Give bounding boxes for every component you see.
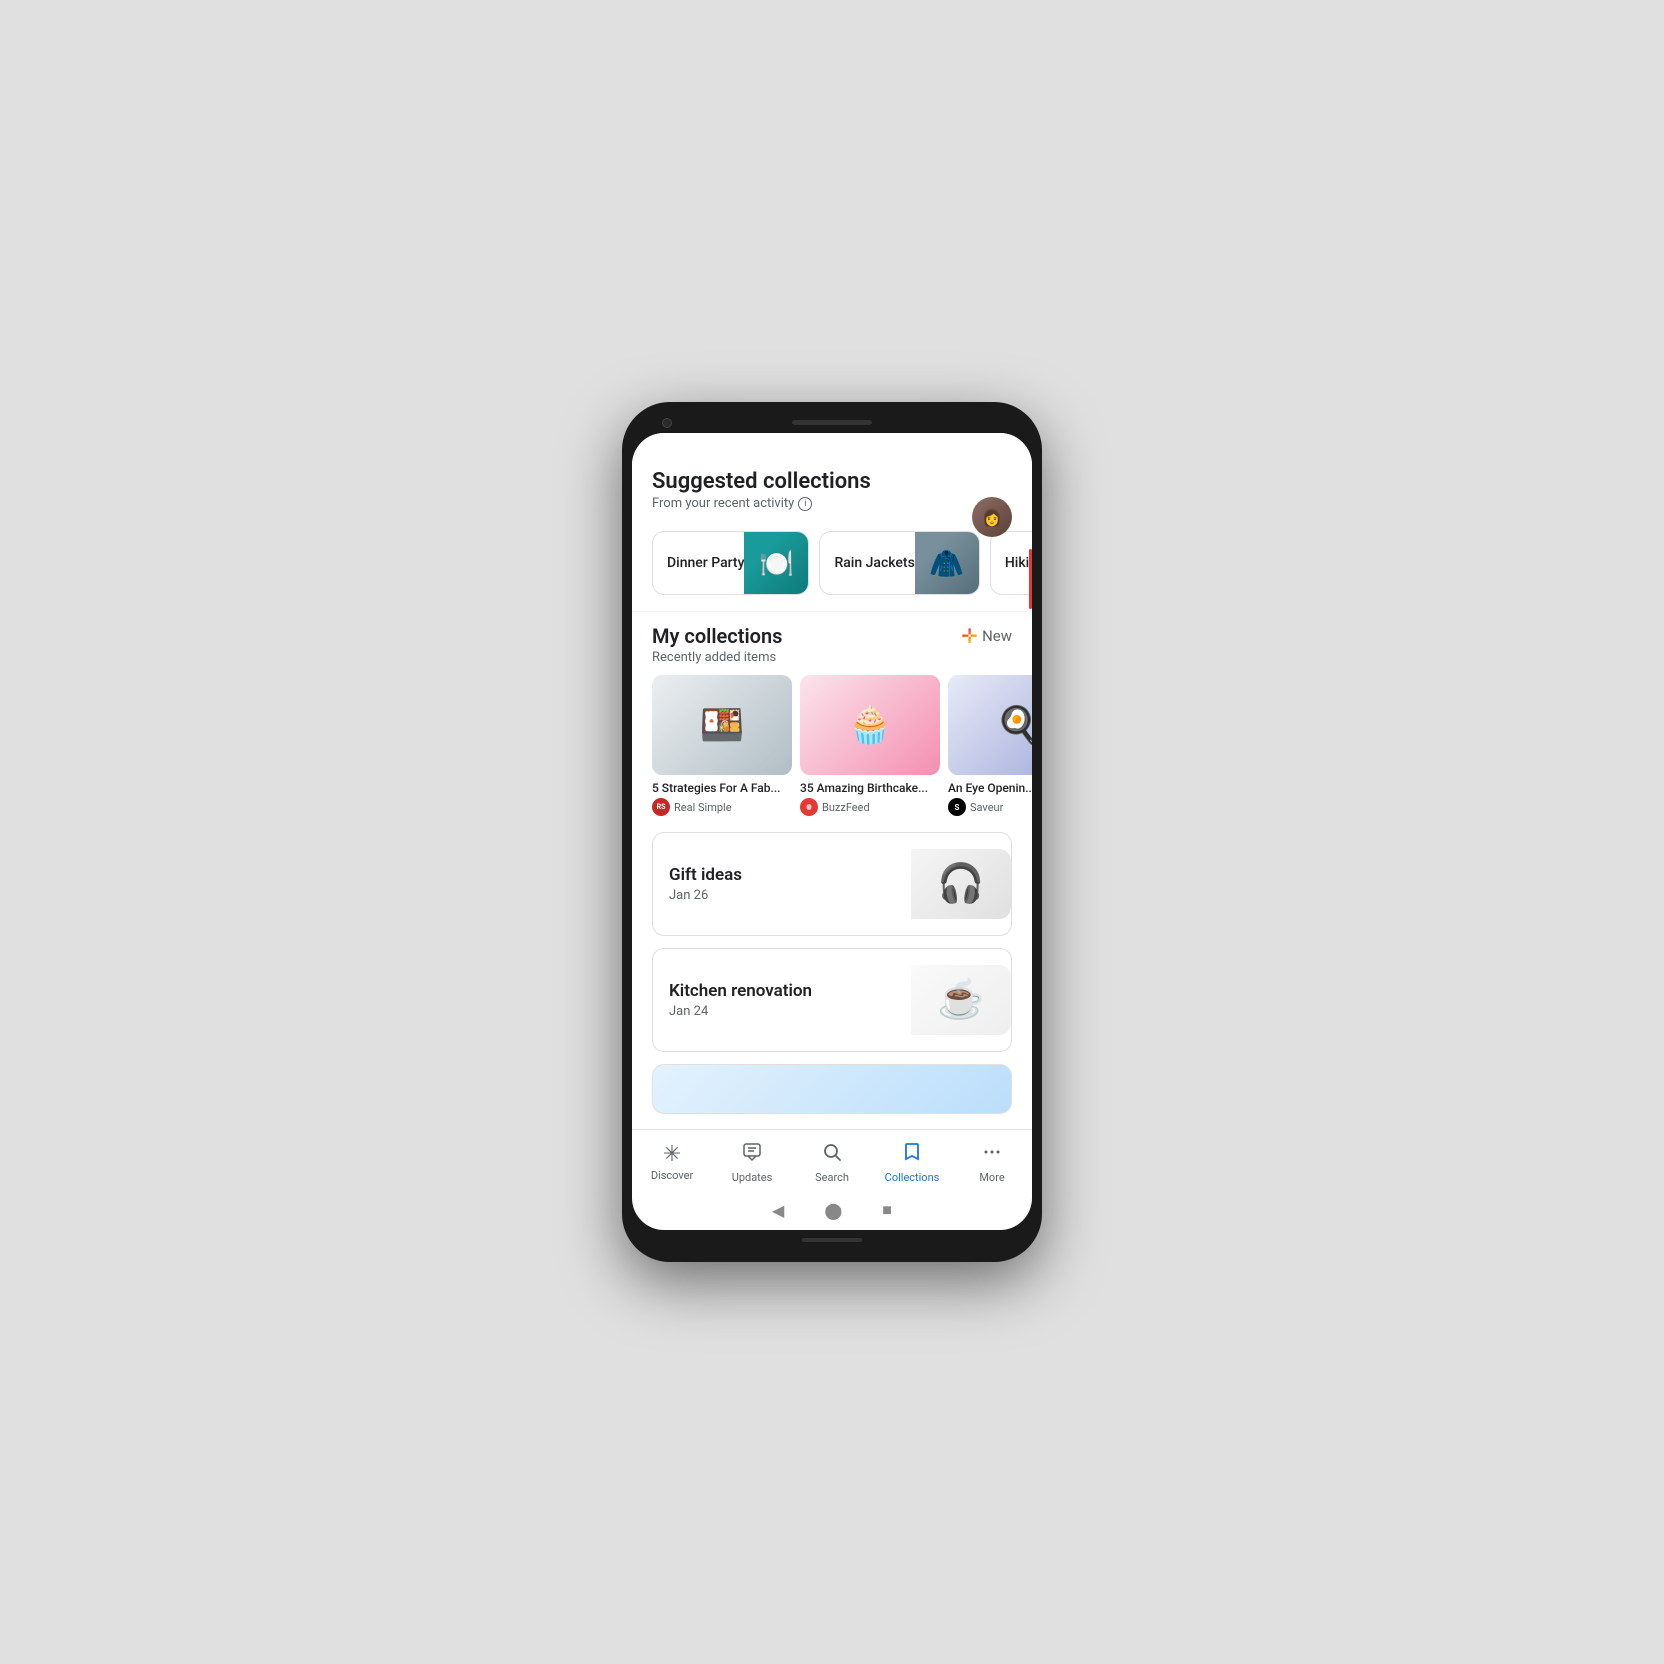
nav-search[interactable]: Search [792, 1141, 872, 1184]
home-button[interactable]: ⬤ [824, 1201, 842, 1220]
my-collections-header: My collections ✛ New [632, 624, 1032, 648]
item-card-1[interactable]: 🧁 35 Amazing Birthcake... BuzzFeed [800, 675, 940, 816]
collection-card-kitchen[interactable]: Kitchen renovation Jan 24 ☕ [652, 948, 1012, 1052]
more-label: More [979, 1171, 1004, 1184]
collection-info-kitchen: Kitchen renovation Jan 24 [669, 981, 911, 1019]
bf-badge [800, 798, 818, 816]
chip-hiking-boots[interactable]: Hiking Boots 🥾 [990, 531, 1032, 595]
phone-top-bar [632, 414, 1032, 433]
info-icon[interactable]: i [798, 497, 812, 511]
scroll-indicator [1029, 549, 1032, 609]
updates-label: Updates [732, 1171, 773, 1184]
item-title-2: An Eye Openin... [948, 781, 1032, 795]
collection-img-gift: 🎧 [911, 849, 1011, 919]
collections-icon [901, 1141, 923, 1169]
more-icon [981, 1141, 1003, 1169]
suggested-subtitle: From your recent activity i [652, 496, 1012, 511]
back-button[interactable]: ◀ [772, 1201, 784, 1220]
bottom-nav: ✳ Discover Updates [632, 1129, 1032, 1194]
recently-added-label: Recently added items [632, 650, 1032, 665]
item-image-2: 🍳 [948, 675, 1032, 775]
item-image-1: 🧁 [800, 675, 940, 775]
item-source-2: S Saveur [948, 798, 1032, 816]
collection-card-gift-ideas[interactable]: Gift ideas Jan 26 🎧 [652, 832, 1012, 936]
status-bar [632, 433, 1032, 457]
discover-icon: ✳ [663, 1142, 681, 1167]
item-card-2[interactable]: 🍳 An Eye Openin... S Saveur [948, 675, 1032, 816]
new-label: New [982, 627, 1012, 645]
phone-bottom [802, 1230, 862, 1250]
my-collections-title: My collections [652, 624, 782, 648]
screen-content[interactable]: 👩 Suggested collections From your recent… [632, 433, 1032, 1129]
discover-label: Discover [651, 1169, 693, 1182]
chip-jacket-image: 🧥 [915, 531, 979, 595]
avatar[interactable]: 👩 [972, 497, 1012, 537]
search-icon [821, 1141, 843, 1169]
phone-device: 👩 Suggested collections From your recent… [622, 402, 1042, 1262]
speaker-grille [792, 420, 872, 425]
collection-card-partial[interactable] [652, 1064, 1012, 1114]
header-wrapper: 👩 Suggested collections From your recent… [632, 457, 1032, 611]
chip-food-image: 🍽️ [744, 531, 808, 595]
system-nav: ◀ ⬤ ■ [632, 1194, 1032, 1230]
sv-badge: S [948, 798, 966, 816]
search-label: Search [815, 1171, 849, 1184]
nav-more[interactable]: More [952, 1141, 1032, 1184]
section-divider [632, 611, 1032, 612]
collection-img-kitchen: ☕ [911, 965, 1011, 1035]
nav-collections[interactable]: Collections [872, 1141, 952, 1184]
items-scroll-container[interactable]: 🍱 5 Strategies For A Fab... RS Real Simp… [632, 675, 1032, 832]
recents-button[interactable]: ■ [882, 1200, 892, 1220]
suggested-title: Suggested collections [652, 469, 1012, 494]
nav-updates[interactable]: Updates [712, 1141, 792, 1184]
chip-rain-jackets[interactable]: Rain Jackets 🧥 [819, 531, 979, 595]
item-source-0: RS Real Simple [652, 798, 792, 816]
avatar-image: 👩 [972, 497, 1012, 537]
collection-date-gift: Jan 26 [669, 888, 911, 903]
plus-icon: ✛ [961, 624, 978, 648]
collections-label: Collections [885, 1171, 940, 1184]
collection-name-kitchen: Kitchen renovation [669, 981, 911, 1001]
item-image-0: 🍱 [652, 675, 792, 775]
collection-info-gift: Gift ideas Jan 26 [669, 865, 911, 903]
phone-screen: 👩 Suggested collections From your recent… [632, 433, 1032, 1230]
bottom-speaker [802, 1238, 862, 1242]
rs-badge: RS [652, 798, 670, 816]
item-source-1: BuzzFeed [800, 798, 940, 816]
collection-name-gift: Gift ideas [669, 865, 911, 885]
camera-dot [662, 418, 672, 428]
new-collection-button[interactable]: ✛ New [961, 624, 1012, 648]
suggested-chips-container: Dinner Party 🍽️ Rain Jackets 🧥 Hiking Bo… [632, 519, 1032, 611]
updates-icon [741, 1141, 763, 1169]
chip-dinner-party[interactable]: Dinner Party 🍽️ [652, 531, 809, 595]
item-title-1: 35 Amazing Birthcake... [800, 781, 940, 795]
collection-date-kitchen: Jan 24 [669, 1004, 911, 1019]
item-card-0[interactable]: 🍱 5 Strategies For A Fab... RS Real Simp… [652, 675, 792, 816]
nav-discover[interactable]: ✳ Discover [632, 1142, 712, 1182]
item-title-0: 5 Strategies For A Fab... [652, 781, 792, 795]
app-header: Suggested collections From your recent a… [632, 457, 1032, 519]
